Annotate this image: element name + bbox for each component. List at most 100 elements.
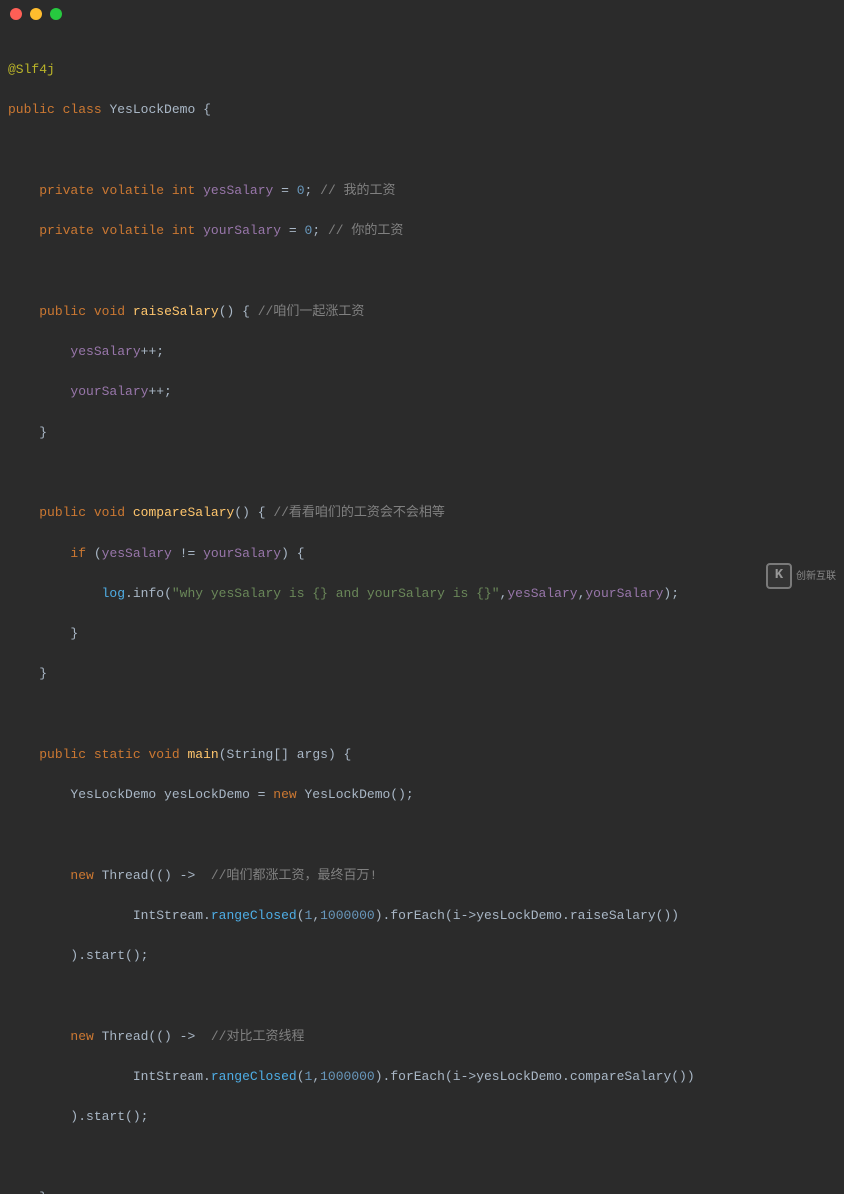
parens: () [234,505,250,520]
number: 1000000 [320,1069,375,1084]
arrow: -> [461,908,477,923]
lambda-param: i [453,1069,461,1084]
number: 1 [305,1069,313,1084]
parens: () [219,304,235,319]
keyword-public: public [39,747,86,762]
method-call: raiseSalary() [570,908,671,923]
op-neq: != [172,546,203,561]
paren-close: ) { [328,747,351,762]
dot: . [203,908,211,923]
comma: , [312,1069,320,1084]
comment: // 我的工资 [312,183,395,198]
keyword-static: static [94,747,141,762]
comment: //咱们都涨工资，最终百万! [211,868,377,883]
comment: // 你的工资 [320,223,403,238]
comment: //咱们一起涨工资 [258,304,365,319]
watermark: K 创新互联 [766,563,836,589]
ctor: YesLockDemo(); [297,787,414,802]
brace: } [39,1190,47,1194]
paren-close: ) [671,908,679,923]
method-main: main [188,747,219,762]
keyword-int: int [172,183,195,198]
field-ref: yourSalary [70,384,148,399]
field-ref: yourSalary [203,546,281,561]
paren-close: ); [663,586,679,601]
keyword-private: private [39,183,94,198]
brace: { [234,304,257,319]
number: 1 [305,908,313,923]
paren-open: ( [297,1069,305,1084]
log-ref: log [102,586,125,601]
close-icon[interactable] [10,8,22,20]
keyword-volatile: volatile [102,223,164,238]
method-compareSalary: compareSalary [133,505,234,520]
brace: } [39,666,47,681]
method-foreach: forEach [390,908,445,923]
method-foreach: forEach [390,1069,445,1084]
keyword-int: int [172,223,195,238]
number-literal: 0 [297,183,305,198]
op-increment: ++; [141,344,164,359]
keyword-new: new [70,868,93,883]
method-start: start [86,948,125,963]
keyword-new: new [273,787,296,802]
watermark-logo-icon: K [766,563,792,589]
dot: . [562,1069,570,1084]
keyword-public: public [8,102,55,117]
param: String[] args [227,747,328,762]
keyword-private: private [39,223,94,238]
paren-close: ). [375,908,391,923]
code-editor[interactable]: @Slf4j public class YesLockDemo { privat… [0,28,844,1194]
paren-close: ) { [281,546,304,561]
op-increment: ++; [148,384,171,399]
keyword-void: void [148,747,179,762]
brace: } [39,425,47,440]
brace: { [195,102,211,117]
paren-close: ). [70,948,86,963]
maximize-icon[interactable] [50,8,62,20]
method-call: compareSalary() [570,1069,687,1084]
field-ref: yesSalary [70,344,140,359]
comma: , [312,908,320,923]
keyword-void: void [94,304,125,319]
paren-open: ( [219,747,227,762]
method-info: info [133,586,164,601]
dot: . [203,1069,211,1084]
op-assign: = [273,183,296,198]
method-raiseSalary: raiseSalary [133,304,219,319]
annotation: @Slf4j [8,62,55,77]
number: 1000000 [320,908,375,923]
type-ref: YesLockDemo [70,787,156,802]
paren-close: ). [70,1109,86,1124]
paren-open: ( [445,908,453,923]
local-ref: yesLockDemo [476,908,562,923]
local-var: yesLockDemo = [156,787,273,802]
field-ref: yesSalary [102,546,172,561]
keyword-class: class [63,102,102,117]
comment: //对比工资线程 [211,1029,305,1044]
method-start: start [86,1109,125,1124]
keyword-public: public [39,505,86,520]
dot: . [125,586,133,601]
keyword-public: public [39,304,86,319]
dot: . [562,908,570,923]
field-ref: yourSalary [585,586,663,601]
paren-close: ) [687,1069,695,1084]
thread-ctor: Thread(() -> [94,1029,211,1044]
field-ref: yesSalary [507,586,577,601]
window-titlebar [0,0,844,28]
paren-open: ( [164,586,172,601]
comment: //看看咱们的工资会不会相等 [273,505,445,520]
keyword-void: void [94,505,125,520]
minimize-icon[interactable] [30,8,42,20]
brace: } [70,626,78,641]
keyword-volatile: volatile [102,183,164,198]
method-rangeClosed: rangeClosed [211,908,297,923]
field-yesSalary: yesSalary [203,183,273,198]
paren-open: ( [445,1069,453,1084]
paren-open: ( [86,546,102,561]
paren-open: ( [297,908,305,923]
paren-close: ). [375,1069,391,1084]
paren-close: (); [125,948,148,963]
thread-ctor: Thread(() -> [94,868,211,883]
